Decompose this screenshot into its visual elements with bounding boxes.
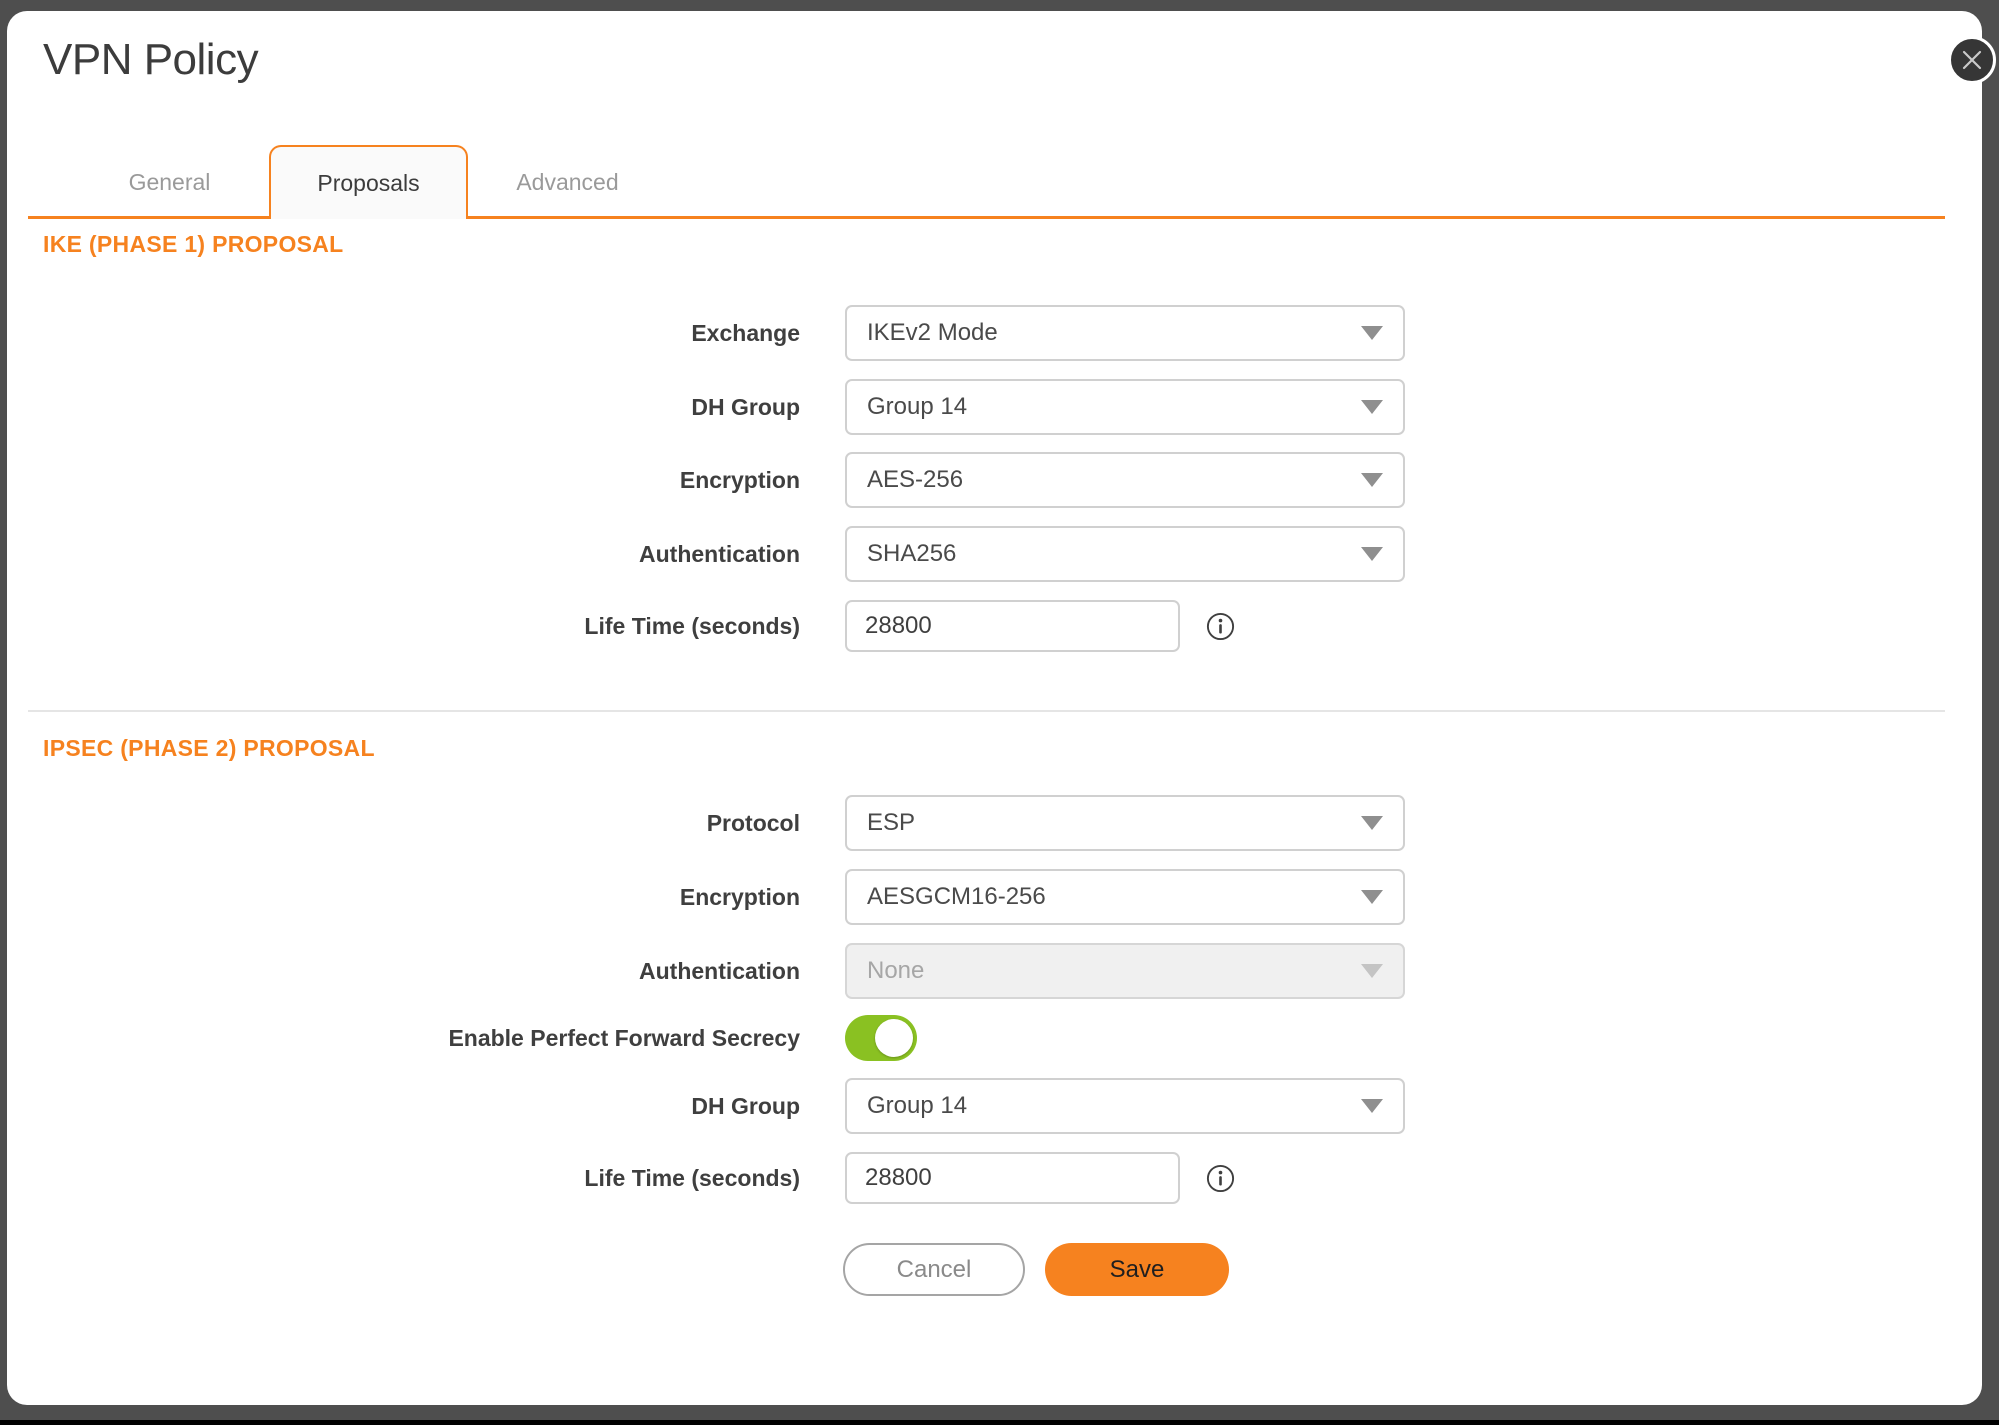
info-icon[interactable] [1206,1164,1235,1193]
ike-authentication-row: Authentication SHA256 [43,526,1405,582]
ipsec-section-title: IPSEC (PHASE 2) PROPOSAL [43,735,375,762]
pfs-toggle[interactable] [845,1015,917,1061]
exchange-row: Exchange IKEv2 Mode [43,305,1405,361]
page-background: VPN Policy General Proposals Advanced IK… [0,0,1999,1425]
ipsec-encryption-label: Encryption [43,884,800,911]
tab-advanced-label: Advanced [516,169,618,196]
info-icon[interactable] [1206,612,1235,641]
tab-bar: General Proposals Advanced [28,145,1945,219]
protocol-label: Protocol [43,810,800,837]
section-divider [28,710,1945,712]
ipsec-life-time-input[interactable] [845,1152,1180,1204]
ike-section-title: IKE (PHASE 1) PROPOSAL [43,231,344,258]
close-button[interactable] [1948,36,1996,84]
ipsec-authentication-select-value: None [867,957,1361,985]
ike-dh-group-select[interactable]: Group 14 [845,379,1405,435]
ipsec-authentication-label: Authentication [43,958,800,985]
toggle-knob [875,1019,913,1057]
info-icon-glyph [1206,612,1235,641]
ipsec-authentication-select: None [845,943,1405,999]
ike-encryption-select-value: AES-256 [867,466,1361,494]
ike-authentication-label: Authentication [43,541,800,568]
ike-dh-group-select-value: Group 14 [867,393,1361,421]
ike-life-time-input[interactable] [845,600,1180,652]
ike-encryption-select[interactable]: AES-256 [845,452,1405,508]
protocol-select-value: ESP [867,809,1361,837]
ike-authentication-select[interactable]: SHA256 [845,526,1405,582]
page-title: VPN Policy [43,35,258,85]
protocol-row: Protocol ESP [43,795,1405,851]
ipsec-dh-group-row: DH Group Group 14 [43,1078,1405,1134]
ipsec-life-time-row: Life Time (seconds) [43,1152,1235,1204]
action-buttons: Cancel Save [43,1243,1229,1296]
cancel-button[interactable]: Cancel [843,1243,1025,1296]
ipsec-dh-group-select[interactable]: Group 14 [845,1078,1405,1134]
tab-general-label: General [129,169,211,196]
close-icon [1959,47,1985,73]
ipsec-encryption-select-value: AESGCM16-256 [867,883,1361,911]
protocol-select[interactable]: ESP [845,795,1405,851]
chevron-down-icon [1361,816,1383,830]
ipsec-encryption-select[interactable]: AESGCM16-256 [845,869,1405,925]
chevron-down-icon [1361,400,1383,414]
chevron-down-icon [1361,1099,1383,1113]
tabs-container: General Proposals Advanced [70,145,667,219]
exchange-select-value: IKEv2 Mode [867,319,1361,347]
ike-life-time-label: Life Time (seconds) [43,613,800,640]
ipsec-encryption-row: Encryption AESGCM16-256 [43,869,1405,925]
ike-dh-group-row: DH Group Group 14 [43,379,1405,435]
ike-dh-group-label: DH Group [43,394,800,421]
tab-advanced[interactable]: Advanced [468,145,667,219]
save-button[interactable]: Save [1045,1243,1229,1296]
tab-proposals[interactable]: Proposals [269,145,468,219]
ipsec-dh-group-label: DH Group [43,1093,800,1120]
chevron-down-icon [1361,473,1383,487]
ike-encryption-label: Encryption [43,467,800,494]
pfs-label: Enable Perfect Forward Secrecy [43,1025,800,1052]
ipsec-dh-group-select-value: Group 14 [867,1092,1361,1120]
pfs-row: Enable Perfect Forward Secrecy [43,1015,917,1061]
exchange-select[interactable]: IKEv2 Mode [845,305,1405,361]
info-icon-glyph [1206,1164,1235,1193]
chevron-down-icon [1361,547,1383,561]
ipsec-authentication-row: Authentication None [43,943,1405,999]
ipsec-life-time-label: Life Time (seconds) [43,1165,800,1192]
tab-general[interactable]: General [70,145,269,219]
ike-life-time-row: Life Time (seconds) [43,600,1235,652]
chevron-down-icon [1361,326,1383,340]
ike-authentication-select-value: SHA256 [867,540,1361,568]
vpn-policy-dialog: VPN Policy General Proposals Advanced IK… [7,11,1982,1405]
chevron-down-icon [1361,964,1383,978]
tab-proposals-label: Proposals [317,170,419,197]
exchange-label: Exchange [43,320,800,347]
chevron-down-icon [1361,890,1383,904]
bottom-screen-edge [0,1420,1999,1425]
ike-encryption-row: Encryption AES-256 [43,452,1405,508]
